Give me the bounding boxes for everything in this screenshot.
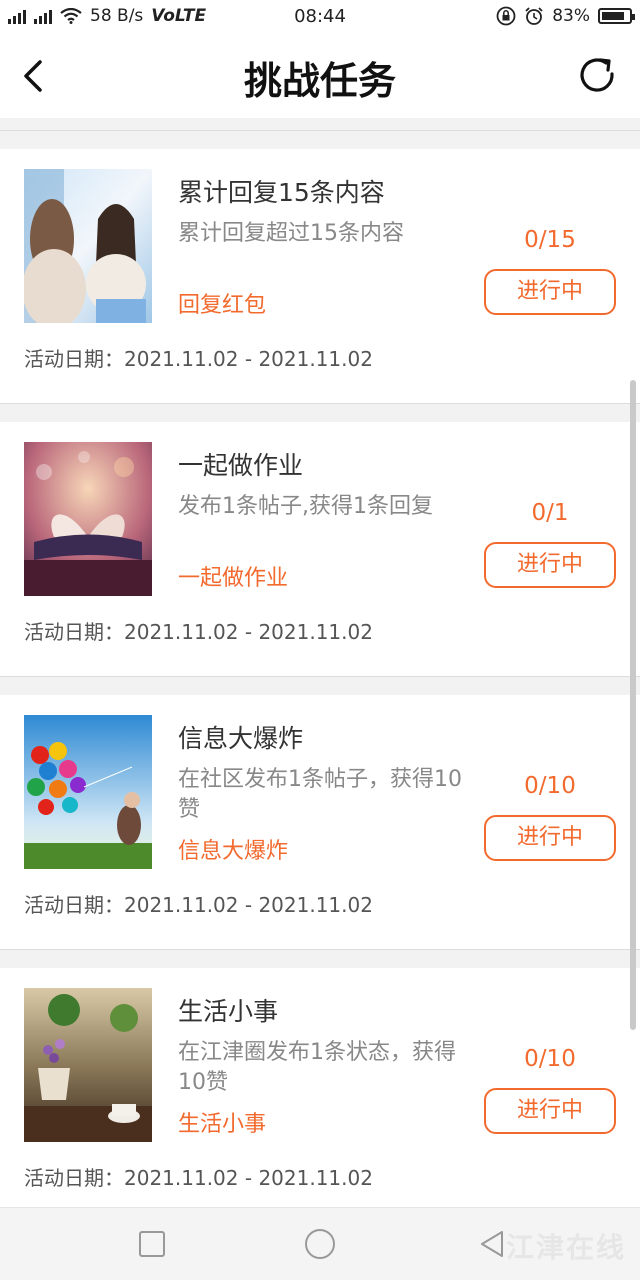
status-button[interactable]: 进行中 (484, 815, 616, 861)
task-reward: 回复红包 (178, 293, 267, 318)
task-reward: 一起做作业 (178, 566, 289, 591)
task-reward: 信息大爆炸 (178, 839, 289, 864)
status-right: 83% (496, 6, 635, 26)
square-recents-icon[interactable] (134, 1226, 170, 1262)
status-bar: 58 B/s VoLTE 08:44 83% (0, 0, 640, 34)
battery-percent: 83% (552, 6, 590, 26)
scrollbar[interactable] (630, 380, 636, 1030)
battery-icon (598, 8, 635, 24)
balloons-photo (24, 715, 152, 869)
task-card[interactable]: 生活小事 在江津圈发布1条状态，获得10赞 生活小事 0/10 进行中 活动日期… (0, 968, 640, 1223)
task-date: 活动日期：2021.11.02 - 2021.11.02 (24, 893, 373, 917)
refresh-icon[interactable] (576, 54, 620, 98)
task-description: 累计回复超过15条内容 (178, 221, 404, 246)
task-reward: 生活小事 (178, 1112, 267, 1137)
task-title: 累计回复15条内容 (178, 178, 385, 207)
task-date: 活动日期：2021.11.02 - 2021.11.02 (24, 347, 373, 371)
task-description: 发布1条帖子,获得1条回复 (178, 494, 433, 519)
task-title: 一起做作业 (178, 451, 304, 480)
status-button[interactable]: 进行中 (484, 1088, 616, 1134)
app-header: 挑战任务 (0, 34, 640, 119)
triangle-back-icon[interactable] (474, 1226, 510, 1262)
lock-icon (496, 6, 516, 26)
task-card[interactable]: 信息大爆炸 在社区发布1条帖子，获得10赞 信息大爆炸 0/10 进行中 活动日… (0, 695, 640, 950)
task-card[interactable]: 累计回复15条内容 累计回复超过15条内容 回复红包 0/15 进行中 活动日期… (0, 149, 640, 404)
page-title: 挑战任务 (243, 59, 396, 103)
chevron-left-icon[interactable] (16, 54, 56, 98)
task-list: 累计回复15条内容 累计回复超过15条内容 回复红包 0/15 进行中 活动日期… (0, 118, 640, 1241)
circle-home-icon[interactable] (302, 1226, 338, 1262)
heart-book-photo (24, 442, 152, 596)
task-card[interactable]: 一起做作业 发布1条帖子,获得1条回复 一起做作业 0/1 进行中 活动日期：2… (0, 422, 640, 677)
flower-cup-photo (24, 988, 152, 1142)
two-women-photo (24, 169, 152, 323)
task-title: 信息大爆炸 (178, 724, 304, 753)
task-progress: 0/10 (524, 773, 576, 799)
task-progress: 0/1 (531, 500, 569, 526)
system-nav-bar: 江津在线 (0, 1207, 640, 1280)
task-date: 活动日期：2021.11.02 - 2021.11.02 (24, 1166, 373, 1190)
task-date: 活动日期：2021.11.02 - 2021.11.02 (24, 620, 373, 644)
alarm-icon (525, 7, 543, 25)
list-top-divider (0, 118, 640, 131)
task-progress: 0/15 (524, 227, 576, 253)
task-title: 生活小事 (178, 997, 279, 1026)
status-button[interactable]: 进行中 (484, 542, 616, 588)
watermark: 江津在线 (505, 1231, 626, 1264)
task-description: 在江津圈发布1条状态，获得10赞 (178, 1040, 456, 1095)
status-button[interactable]: 进行中 (484, 269, 616, 315)
task-progress: 0/10 (524, 1046, 576, 1072)
task-description: 在社区发布1条帖子，获得10赞 (178, 767, 462, 822)
